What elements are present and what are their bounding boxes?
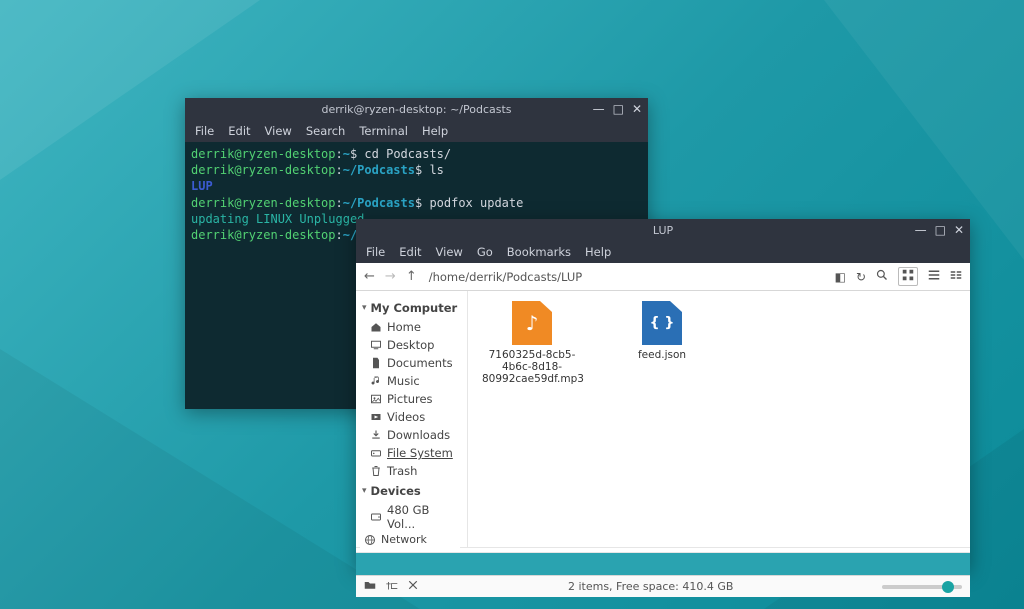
sidebar-item-desktop[interactable]: Desktop xyxy=(360,336,463,354)
menu-bookmarks[interactable]: Bookmarks xyxy=(507,245,571,259)
fm-titlebar[interactable]: LUP — □ ✕ xyxy=(356,219,970,241)
menu-view[interactable]: View xyxy=(436,245,463,259)
terminal-menubar: File Edit View Search Terminal Help xyxy=(185,120,648,142)
maximize-button[interactable]: □ xyxy=(613,103,624,115)
sidebar-header[interactable]: My Computer xyxy=(362,301,461,315)
file-label: feed.json xyxy=(612,349,712,361)
terminal-titlebar[interactable]: derrik@ryzen-desktop: ~/Podcasts — □ ✕ xyxy=(185,98,648,120)
nav-back-button[interactable]: ← xyxy=(364,269,375,284)
location-bar[interactable]: /home/derrik/Podcasts/LUP xyxy=(425,270,827,284)
search-icon[interactable] xyxy=(876,269,888,284)
zoom-slider[interactable] xyxy=(882,585,962,589)
menu-help[interactable]: Help xyxy=(585,245,611,259)
file-manager-window: LUP — □ ✕ File Edit View Go Bookmarks He… xyxy=(356,219,970,569)
minimize-button[interactable]: — xyxy=(593,103,605,115)
menu-file[interactable]: File xyxy=(366,245,385,259)
close-button[interactable]: ✕ xyxy=(632,103,642,115)
menu-go[interactable]: Go xyxy=(477,245,493,259)
sidebar-item-trash[interactable]: Trash xyxy=(360,462,463,480)
nav-up-button[interactable]: ↑ xyxy=(406,269,417,284)
fm-toolbar: ← → ↑ /home/derrik/Podcasts/LUP ◧ ↻ xyxy=(356,263,970,291)
fm-content[interactable]: 7160325d-8cb5-4b6c-8d18-80992cae59df.mp3… xyxy=(468,291,970,547)
sidebar-item-videos[interactable]: Videos xyxy=(360,408,463,426)
close-sidebar-icon[interactable] xyxy=(407,579,419,594)
menu-edit[interactable]: Edit xyxy=(399,245,421,259)
sidebar-item-480-gb-vol-[interactable]: 480 GB Vol... xyxy=(360,501,463,533)
view-list-button[interactable] xyxy=(928,269,940,284)
status-text: 2 items, Free space: 410.4 GB xyxy=(429,580,872,593)
fm-statusbar: †⊏ 2 items, Free space: 410.4 GB xyxy=(356,575,970,597)
sidebar-item-documents[interactable]: Documents xyxy=(360,354,463,372)
minimize-button[interactable]: — xyxy=(915,224,927,236)
sidebar-header[interactable]: Devices xyxy=(362,484,461,498)
json-file-icon xyxy=(642,301,682,345)
sidebar-item-home[interactable]: Home xyxy=(360,318,463,336)
fm-title: LUP xyxy=(356,224,970,237)
fm-sidebar: My Computer HomeDesktopDocumentsMusicPict… xyxy=(356,291,468,547)
sidebar-item-music[interactable]: Music xyxy=(360,372,463,390)
file-item[interactable]: 7160325d-8cb5-4b6c-8d18-80992cae59df.mp3 xyxy=(482,301,582,385)
file-item[interactable]: feed.json xyxy=(612,301,712,361)
fm-divider: Network xyxy=(356,547,970,553)
menu-search[interactable]: Search xyxy=(306,124,346,138)
view-icons-button[interactable] xyxy=(898,267,918,286)
nav-forward-button: → xyxy=(385,269,396,284)
toggle-tree-icon[interactable]: †⊏ xyxy=(386,581,397,592)
sidebar-item-network[interactable]: Network xyxy=(360,531,460,548)
menu-terminal[interactable]: Terminal xyxy=(359,124,408,138)
file-label: 7160325d-8cb5-4b6c-8d18-80992cae59df.mp3 xyxy=(482,349,582,385)
maximize-button[interactable]: □ xyxy=(935,224,946,236)
mp3-file-icon xyxy=(512,301,552,345)
fm-menubar: File Edit View Go Bookmarks Help xyxy=(356,241,970,263)
sidebar-item-file-system[interactable]: File System xyxy=(360,444,463,462)
sidebar-item-pictures[interactable]: Pictures xyxy=(360,390,463,408)
sidebar-item-downloads[interactable]: Downloads xyxy=(360,426,463,444)
reload-icon[interactable]: ↻ xyxy=(856,270,866,284)
close-button[interactable]: ✕ xyxy=(954,224,964,236)
menu-edit[interactable]: Edit xyxy=(228,124,250,138)
view-compact-button[interactable] xyxy=(950,269,962,284)
menu-file[interactable]: File xyxy=(195,124,214,138)
toggle-places-icon[interactable] xyxy=(364,579,376,594)
menu-view[interactable]: View xyxy=(265,124,292,138)
tab-toggle-icon[interactable]: ◧ xyxy=(835,270,846,284)
terminal-title: derrik@ryzen-desktop: ~/Podcasts xyxy=(185,103,648,116)
menu-help[interactable]: Help xyxy=(422,124,448,138)
fm-gap xyxy=(356,553,970,575)
